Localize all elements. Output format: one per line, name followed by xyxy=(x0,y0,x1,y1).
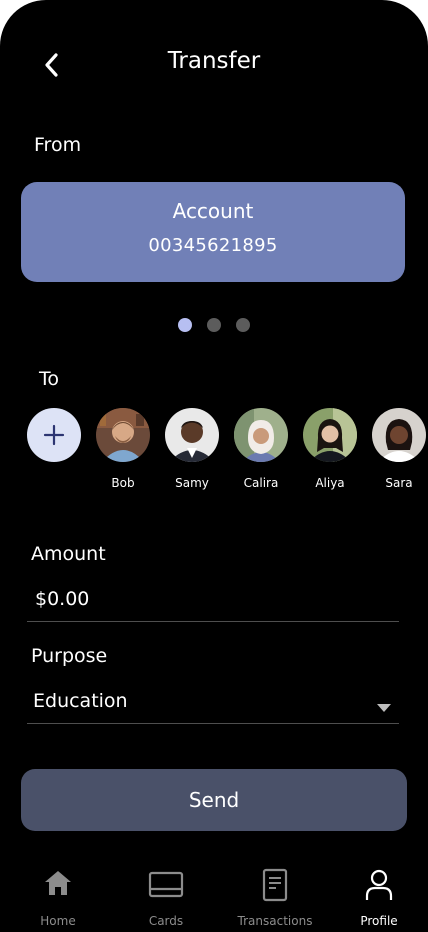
send-button[interactable]: Send xyxy=(21,769,407,831)
contact-aliya[interactable]: Aliya xyxy=(303,408,357,490)
user-icon xyxy=(365,869,393,900)
avatar xyxy=(372,408,426,462)
contact-name: Samy xyxy=(175,476,209,490)
account-name: Account xyxy=(172,199,254,223)
amount-field[interactable]: $0.00 xyxy=(27,588,399,622)
page-title: Transfer xyxy=(167,48,261,74)
purpose-label: Purpose xyxy=(31,645,108,667)
nav-profile[interactable]: Profile xyxy=(324,868,428,928)
contact-list: Bob Samy Calira Aliya Sara xyxy=(27,408,426,490)
nav-label: Transactions xyxy=(237,914,313,928)
carousel-dot-2[interactable] xyxy=(207,318,221,332)
add-contact-circle xyxy=(27,408,81,462)
contact-samy[interactable]: Samy xyxy=(165,408,219,490)
document-icon xyxy=(262,868,288,902)
purpose-select[interactable]: Education xyxy=(27,690,399,724)
avatar xyxy=(303,408,357,462)
carousel-dot-3[interactable] xyxy=(236,318,250,332)
amount-value: $0.00 xyxy=(35,588,90,610)
account-card[interactable]: Account 00345621895 xyxy=(21,182,405,282)
nav-home[interactable]: Home xyxy=(3,868,113,928)
nav-transactions[interactable]: Transactions xyxy=(220,868,330,928)
contact-name: Aliya xyxy=(315,476,345,490)
nav-label: Cards xyxy=(148,914,184,928)
contact-name: Sara xyxy=(385,476,413,490)
nav-label: Profile xyxy=(360,914,398,928)
contact-calira[interactable]: Calira xyxy=(234,408,288,490)
avatar xyxy=(165,408,219,462)
add-contact-button[interactable] xyxy=(27,408,81,490)
nav-label: Home xyxy=(40,914,76,928)
avatar xyxy=(96,408,150,462)
contact-name: Bob xyxy=(111,476,135,490)
plus-icon xyxy=(43,424,65,446)
card-icon xyxy=(148,871,184,898)
nav-cards[interactable]: Cards xyxy=(111,868,221,928)
contact-sara[interactable]: Sara xyxy=(372,408,426,490)
to-label: To xyxy=(39,368,60,390)
dropdown-caret-icon xyxy=(377,704,391,712)
contact-name: Calira xyxy=(243,476,279,490)
avatar xyxy=(234,408,288,462)
bottom-nav: Home Cards Transactions Profile xyxy=(0,868,428,932)
contact-bob[interactable]: Bob xyxy=(96,408,150,490)
from-label: From xyxy=(34,134,82,156)
carousel-dot-1[interactable] xyxy=(178,318,192,332)
carousel-dots xyxy=(0,318,428,332)
home-icon xyxy=(45,871,71,895)
purpose-value: Education xyxy=(33,690,128,712)
amount-label: Amount xyxy=(31,543,106,565)
account-number: 00345621895 xyxy=(148,235,278,256)
transfer-screen: Transfer From Account 00345621895 To Bob… xyxy=(0,0,428,932)
